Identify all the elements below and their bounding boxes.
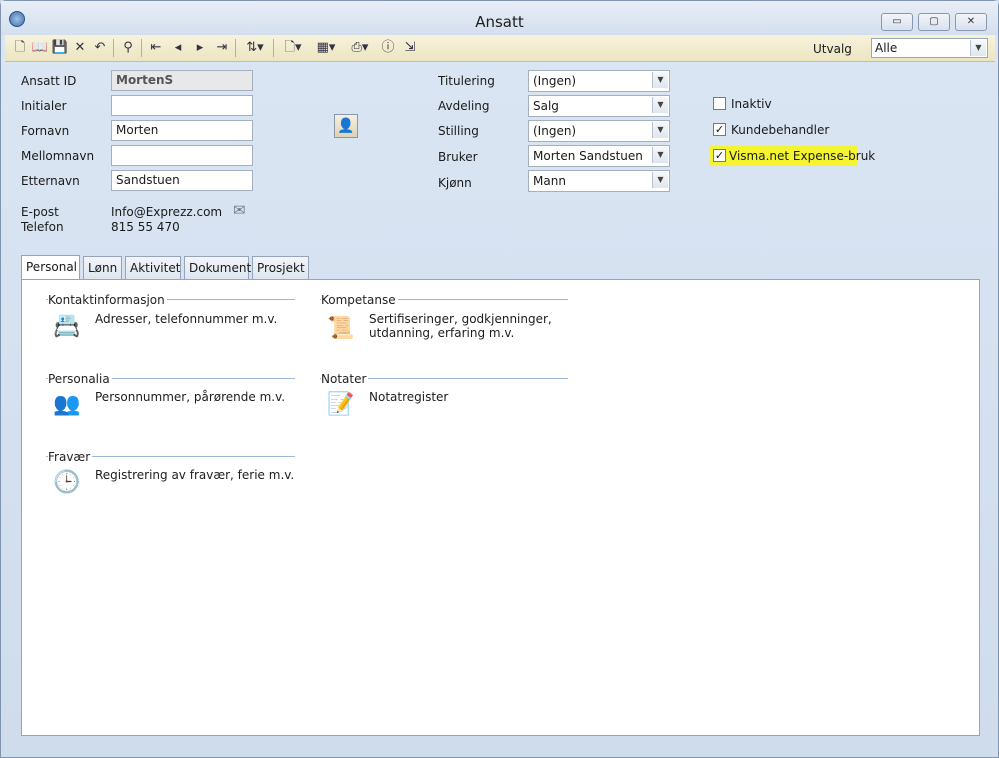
fornavn-field[interactable]: Morten xyxy=(111,120,253,141)
initialer-field[interactable] xyxy=(111,95,253,116)
titulering-value: (Ingen) xyxy=(533,74,577,88)
title-bar: Ansatt ▭ ▢ ✕ xyxy=(1,1,998,35)
kompetanse-link-line1[interactable]: Sertifiseringer, godkjenninger, xyxy=(369,312,552,326)
kontakt-link[interactable]: Adresser, telefonnummer m.v. xyxy=(95,312,277,326)
kompetanse-group-title: Kompetanse xyxy=(321,293,398,307)
personalia-group-title: Personalia xyxy=(48,372,112,386)
kontakt-group-title: Kontaktinformasjon xyxy=(48,293,167,307)
utvalg-label: Utvalg xyxy=(813,42,852,56)
initialer-label: Initialer xyxy=(21,99,67,113)
form-icon[interactable]: ▦▾ xyxy=(311,39,341,57)
certificate-icon[interactable]: 📜 xyxy=(326,314,356,344)
clock-briefcase-icon[interactable]: 🕒 xyxy=(52,468,82,498)
exit-icon[interactable]: ⇲ xyxy=(401,39,419,57)
search-icon[interactable]: ⚲ xyxy=(119,39,137,57)
titulering-select[interactable]: (Ingen) ▼ xyxy=(528,70,670,92)
close-button[interactable]: ✕ xyxy=(955,13,987,31)
first-record-icon[interactable]: ⇤ xyxy=(147,39,165,57)
epost-value[interactable]: Info@Exprezz.com xyxy=(111,205,222,219)
next-record-icon[interactable]: ▸ xyxy=(191,39,209,57)
utvalg-value: Alle xyxy=(875,41,898,55)
kompetanse-link-line2[interactable]: utdanning, erfaring m.v. xyxy=(369,326,514,340)
mellomnavn-label: Mellomnavn xyxy=(21,149,95,163)
avdeling-select[interactable]: Salg ▼ xyxy=(528,95,670,117)
photo-button[interactable]: 👤 xyxy=(334,114,358,138)
inaktiv-label: Inaktiv xyxy=(731,97,772,111)
expense-label: Visma.net Expense-bruk xyxy=(729,149,876,163)
notepad-icon[interactable]: 📝 xyxy=(326,390,356,420)
telefon-value: 815 55 470 xyxy=(111,220,180,234)
kjonn-label: Kjønn xyxy=(438,176,472,190)
chevron-down-icon[interactable]: ▼ xyxy=(652,72,668,88)
document-icon[interactable]: 🗋▾ xyxy=(279,39,307,57)
maximize-button[interactable]: ▢ xyxy=(918,13,950,31)
fravaer-link[interactable]: Registrering av fravær, ferie m.v. xyxy=(95,468,294,482)
ansatt-id-field[interactable]: MortenS xyxy=(111,70,253,91)
bruker-value: Morten Sandstuen xyxy=(533,149,643,163)
minimize-button[interactable]: ▭ xyxy=(881,13,913,31)
new-icon[interactable]: 🗋 xyxy=(11,39,29,57)
tab-lonn[interactable]: Lønn xyxy=(83,256,122,280)
avdeling-label: Avdeling xyxy=(438,99,490,113)
toolbar: 🗋 📖 💾 ✕ ↶ ⚲ ⇤ ◂ ▸ ⇥ ⇅▾ 🗋▾ ▦▾ ⎙▾ ⓘ ⇲ Utva… xyxy=(5,35,995,62)
person-icon: 👤 xyxy=(337,118,355,134)
expense-checkbox[interactable]: ✓ xyxy=(713,149,726,162)
stilling-label: Stilling xyxy=(438,124,479,138)
chevron-down-icon[interactable]: ▼ xyxy=(652,97,668,113)
people-icon[interactable]: 👥 xyxy=(52,390,82,420)
epost-label: E-post xyxy=(21,205,59,219)
window-title: Ansatt xyxy=(475,13,524,31)
tab-aktivitet[interactable]: Aktivitet xyxy=(125,256,181,280)
sort-icon[interactable]: ⇅▾ xyxy=(241,39,269,57)
toolbar-separator xyxy=(235,39,236,57)
print-icon[interactable]: ⎙▾ xyxy=(345,39,375,57)
save-icon[interactable]: 💾 xyxy=(51,39,69,57)
mellomnavn-field[interactable] xyxy=(111,145,253,166)
delete-icon[interactable]: ✕ xyxy=(71,39,89,57)
open-book-icon[interactable]: 📖 xyxy=(31,39,49,57)
kjonn-value: Mann xyxy=(533,174,566,188)
utvalg-select[interactable]: Alle ▼ xyxy=(871,38,988,58)
stilling-value: (Ingen) xyxy=(533,124,577,138)
notater-group-title: Notater xyxy=(321,372,369,386)
undo-icon[interactable]: ↶ xyxy=(91,39,109,57)
kjonn-select[interactable]: Mann ▼ xyxy=(528,170,670,192)
notater-link[interactable]: Notatregister xyxy=(369,390,448,404)
telefon-label: Telefon xyxy=(21,220,64,234)
prev-record-icon[interactable]: ◂ xyxy=(169,39,187,57)
etternavn-label: Etternavn xyxy=(21,174,80,188)
personal-panel: Kontaktinformasjon 📇 Adresser, telefonnu… xyxy=(21,279,980,736)
chevron-down-icon[interactable]: ▼ xyxy=(652,172,668,188)
personalia-link[interactable]: Personnummer, pårørende m.v. xyxy=(95,390,285,404)
toolbar-separator xyxy=(113,39,114,57)
chevron-down-icon[interactable]: ▼ xyxy=(652,122,668,138)
toolbar-separator xyxy=(273,39,274,57)
last-record-icon[interactable]: ⇥ xyxy=(213,39,231,57)
inaktiv-checkbox[interactable] xyxy=(713,97,726,110)
titulering-label: Titulering xyxy=(438,74,495,88)
toolbar-separator xyxy=(141,39,142,57)
kundebehandler-checkbox[interactable]: ✓ xyxy=(713,123,726,136)
etternavn-field[interactable]: Sandstuen xyxy=(111,170,253,191)
avdeling-value: Salg xyxy=(533,99,559,113)
stilling-select[interactable]: (Ingen) ▼ xyxy=(528,120,670,142)
chevron-down-icon[interactable]: ▼ xyxy=(970,40,986,56)
bruker-select[interactable]: Morten Sandstuen ▼ xyxy=(528,145,670,167)
ansatt-id-label: Ansatt ID xyxy=(21,74,77,88)
tab-personal[interactable]: Personal xyxy=(21,255,80,280)
fravaer-group-title: Fravær xyxy=(48,450,93,464)
email-send-icon[interactable]: ✉ xyxy=(233,201,246,219)
help-icon[interactable]: ⓘ xyxy=(379,39,397,57)
tab-prosjekt[interactable]: Prosjekt xyxy=(252,256,309,280)
kundebehandler-label: Kundebehandler xyxy=(731,123,830,137)
contact-card-icon[interactable]: 📇 xyxy=(52,312,82,342)
tab-dokument[interactable]: Dokument xyxy=(184,256,251,280)
fornavn-label: Fornavn xyxy=(21,124,70,138)
bruker-label: Bruker xyxy=(438,150,478,164)
ansatt-window: Ansatt ▭ ▢ ✕ 🗋 📖 💾 ✕ ↶ ⚲ ⇤ ◂ ▸ ⇥ ⇅▾ 🗋▾ ▦… xyxy=(0,0,999,758)
chevron-down-icon[interactable]: ▼ xyxy=(652,147,668,163)
